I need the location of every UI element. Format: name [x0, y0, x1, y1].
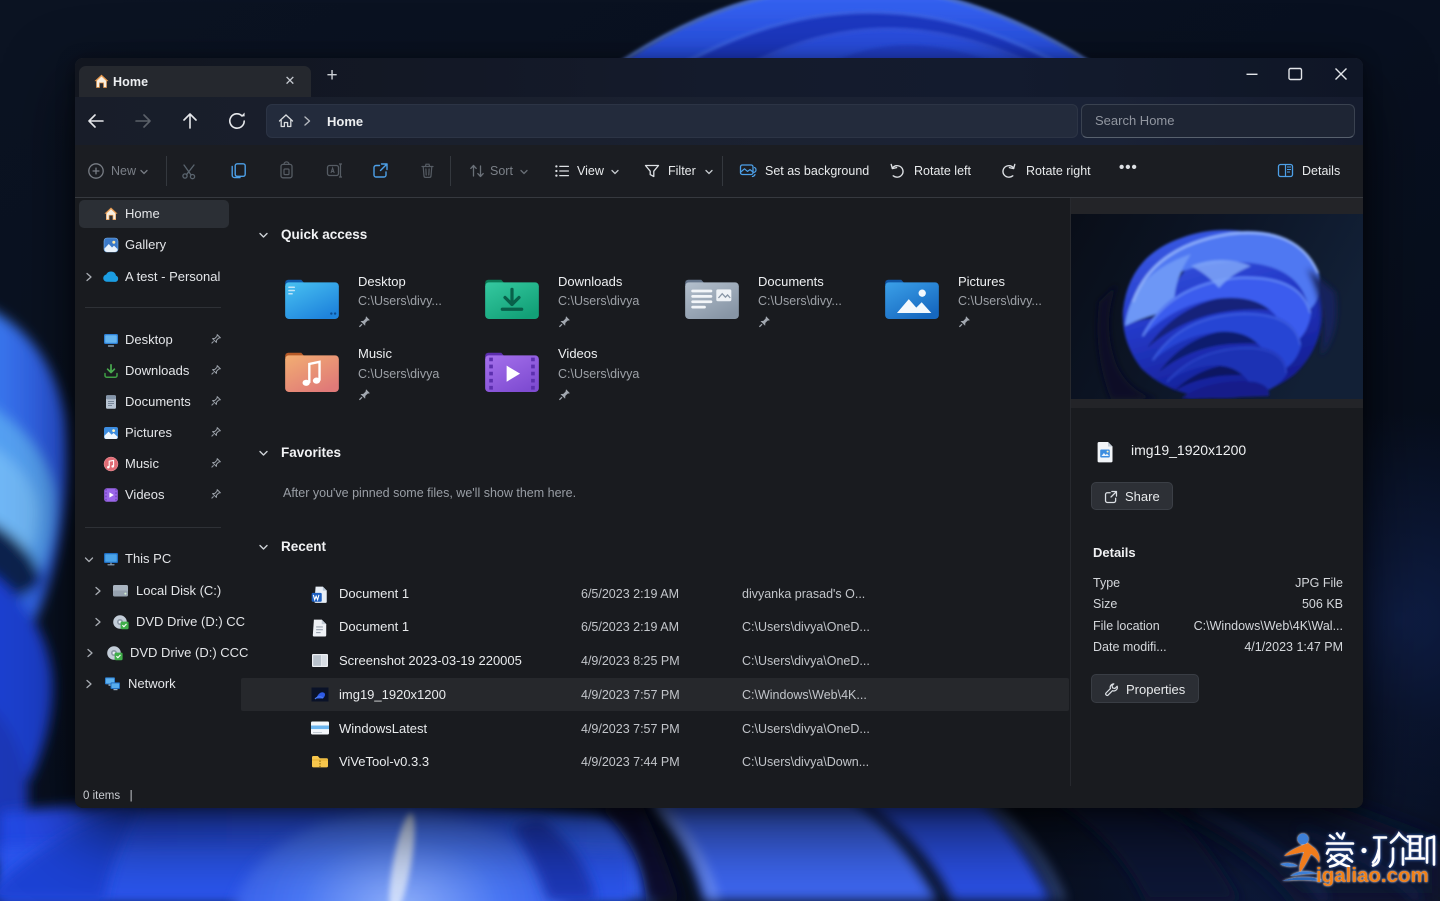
svg-text:igaliao.com: igaliao.com — [1316, 864, 1429, 887]
